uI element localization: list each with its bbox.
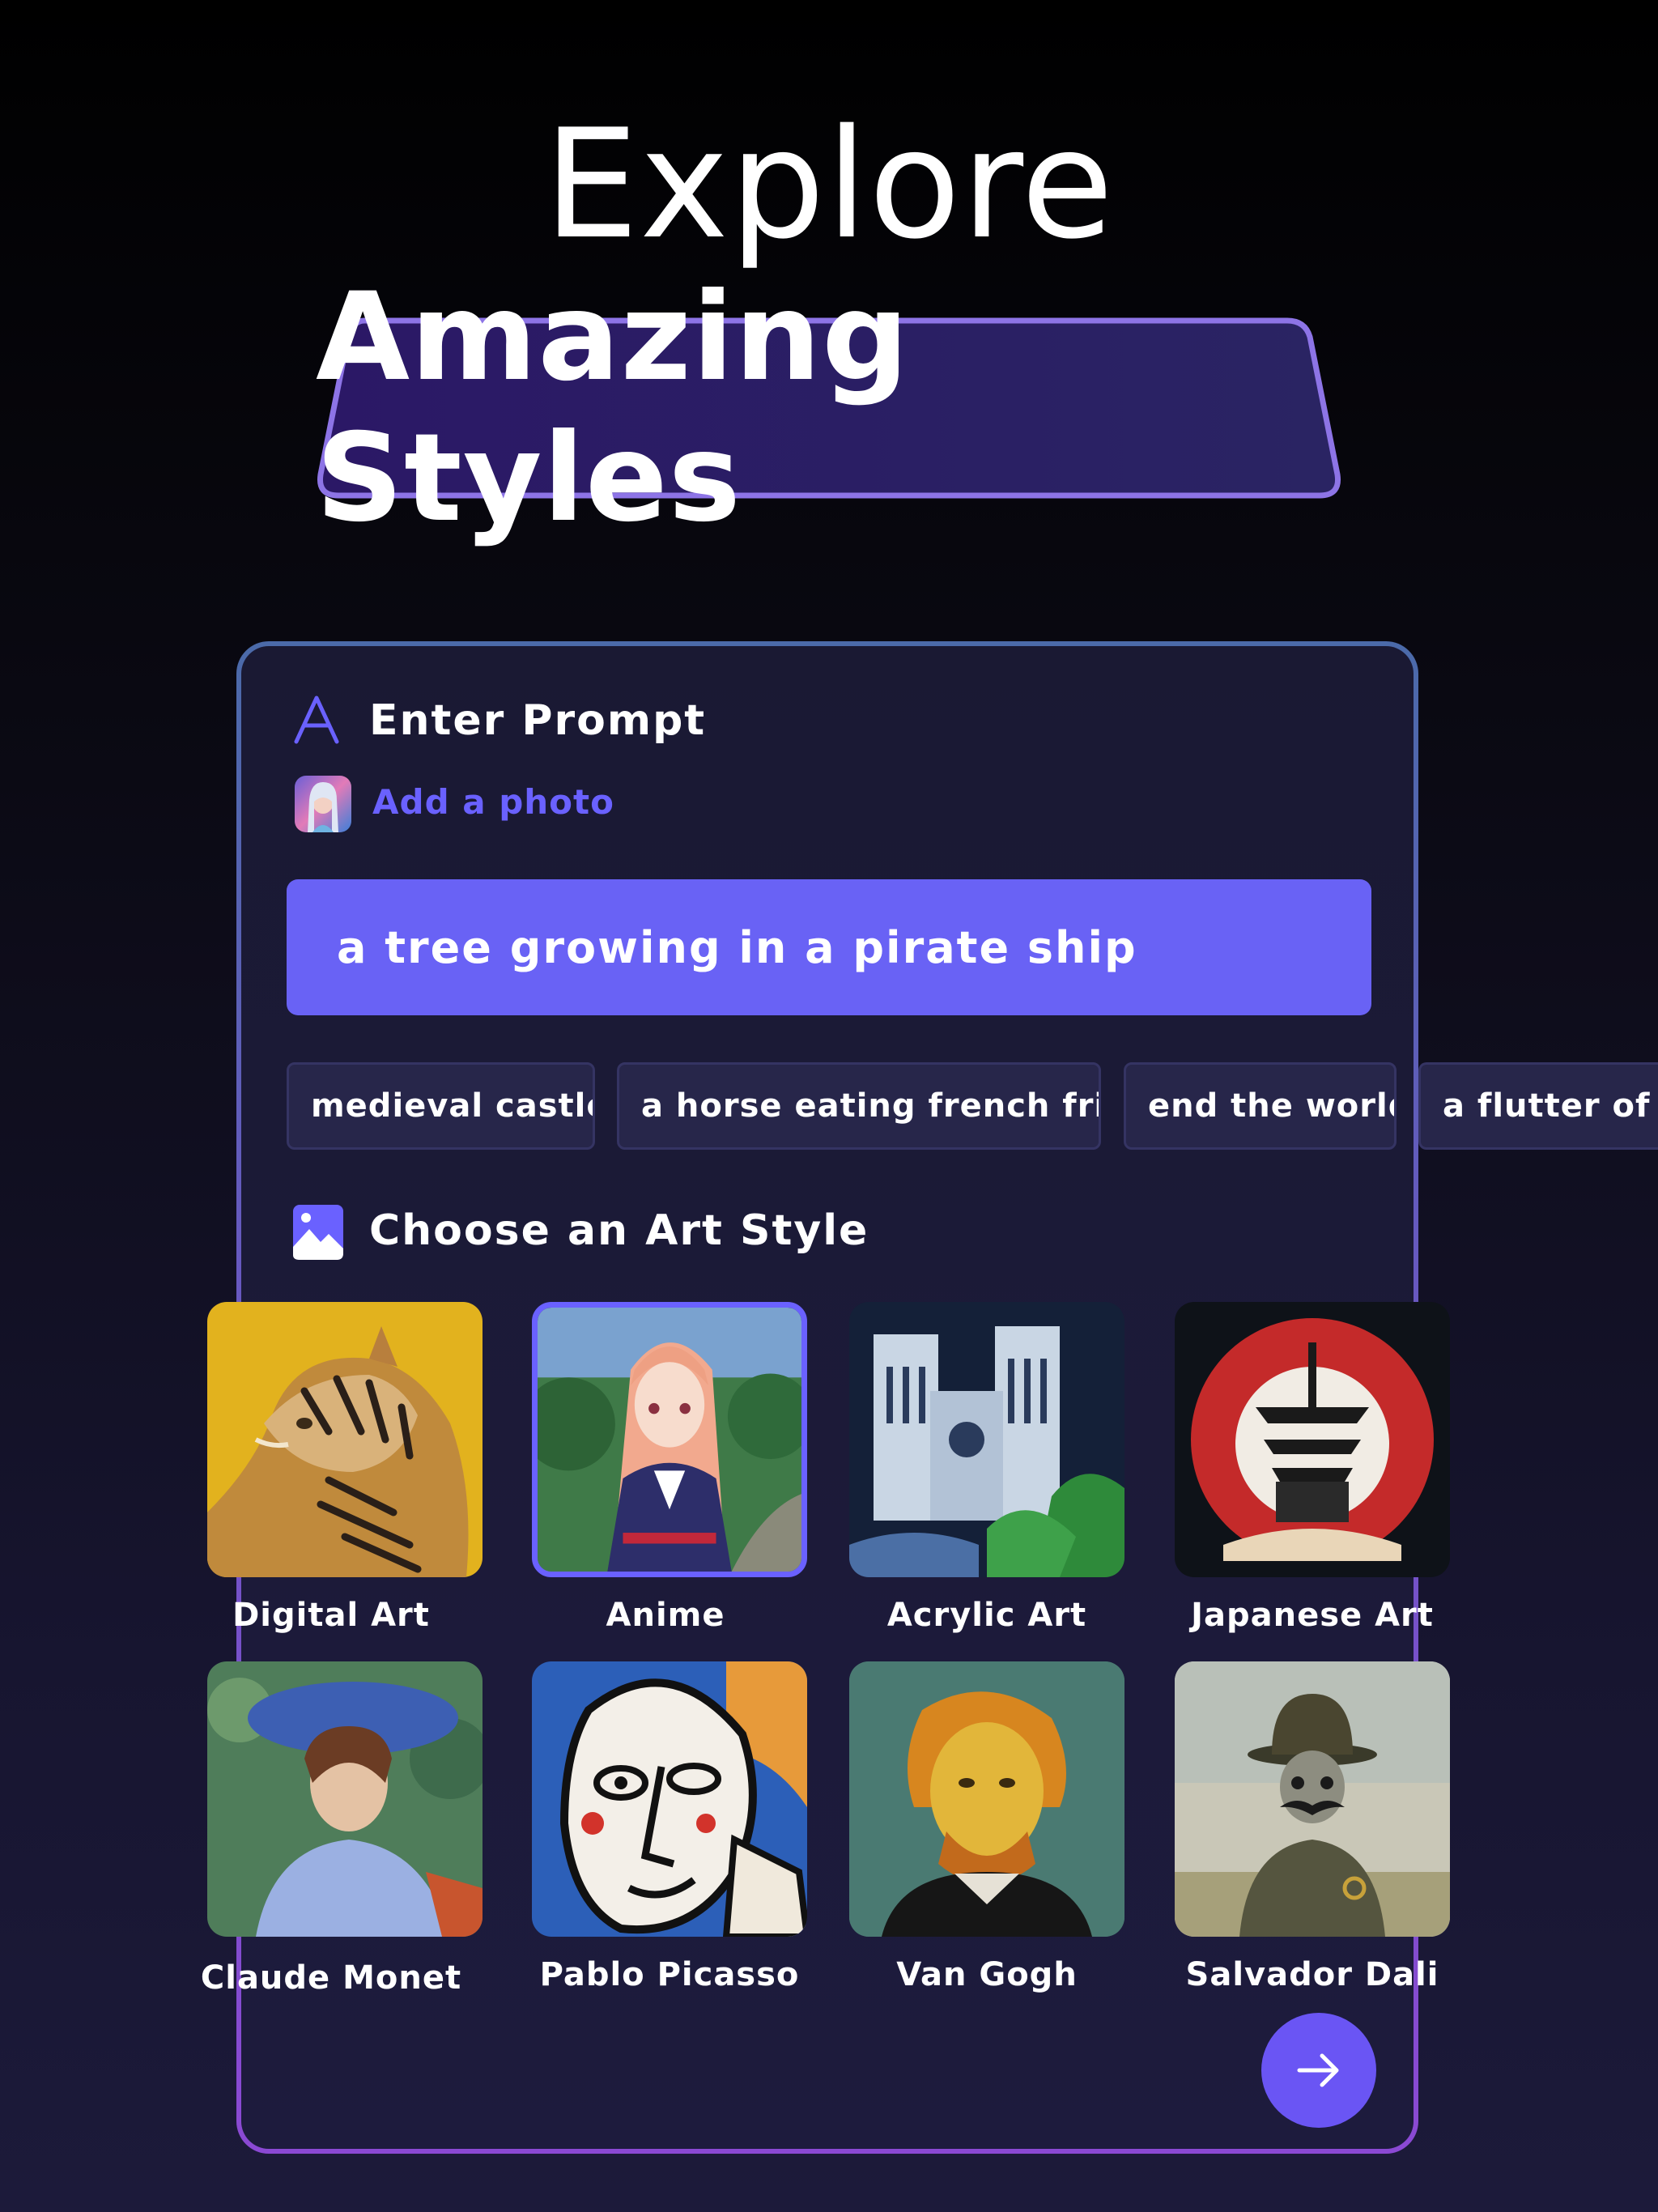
salvador-dali-image	[1175, 1661, 1450, 1937]
suggestion-chip[interactable]: medieval castle	[287, 1062, 595, 1150]
style-label: Salvador Dali	[1185, 1956, 1439, 1993]
suggestion-chip[interactable]: a horse eating french fries	[617, 1062, 1101, 1150]
banner: Amazing Styles	[316, 267, 1342, 549]
claude-monet-image	[207, 1661, 483, 1937]
style-label: Acrylic Art	[886, 1597, 1087, 1634]
style-tile-salvador-dali[interactable]	[1175, 1661, 1450, 1937]
van-gogh-image	[849, 1661, 1124, 1937]
suggestion-chip[interactable]: end the world	[1124, 1062, 1397, 1150]
letter-a-icon	[291, 695, 342, 745]
style-tile-digital-art[interactable]	[207, 1302, 483, 1577]
suggestion-chip[interactable]: a flutter of koi	[1418, 1062, 1658, 1150]
japanese-art-image	[1175, 1302, 1450, 1577]
style-label: Anime	[606, 1597, 725, 1634]
style-tile-japanese-art[interactable]	[1175, 1302, 1450, 1577]
style-label: Van Gogh	[896, 1956, 1078, 1993]
digital-art-image	[207, 1302, 483, 1577]
style-tile-pablo-picasso[interactable]	[532, 1661, 807, 1937]
style-tile-claude-monet[interactable]	[207, 1661, 483, 1937]
anime-image	[538, 1308, 801, 1572]
arrow-right-icon	[1297, 2053, 1339, 2087]
banner-title: Amazing Styles	[316, 267, 910, 549]
style-label: Japanese Art	[1191, 1597, 1434, 1634]
add-photo-thumbnail[interactable]	[295, 776, 351, 832]
style-tile-van-gogh[interactable]	[849, 1661, 1124, 1937]
choose-style-title: Choose an Art Style	[369, 1206, 869, 1255]
enter-prompt-title: Enter Prompt	[369, 696, 707, 745]
style-tile-anime[interactable]	[532, 1302, 807, 1577]
style-label: Pablo Picasso	[539, 1956, 800, 1993]
image-icon	[293, 1205, 343, 1260]
headline-title: Explore	[543, 96, 1115, 272]
prompt-input[interactable]: a tree growing in a pirate ship	[287, 879, 1371, 1015]
style-tile-acrylic-art[interactable]	[849, 1302, 1124, 1577]
next-button[interactable]	[1261, 2013, 1376, 2128]
style-label: Claude Monet	[200, 1959, 462, 1997]
acrylic-art-image	[849, 1302, 1124, 1577]
pablo-picasso-image	[532, 1661, 807, 1937]
style-label: Digital Art	[232, 1597, 430, 1634]
add-photo-link[interactable]: Add a photo	[372, 782, 614, 822]
